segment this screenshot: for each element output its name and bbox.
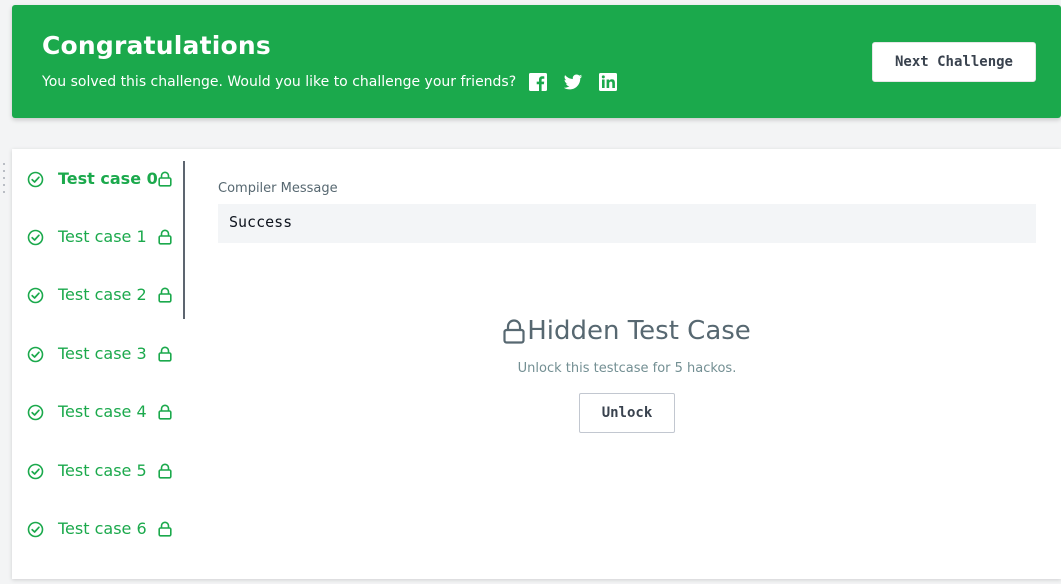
testcase-label: Test case 4 (58, 402, 147, 421)
panel-drag-handle[interactable] (3, 163, 8, 193)
banner-subtitle: You solved this challenge. Would you lik… (42, 74, 517, 90)
testcase-label: Test case 2 (58, 285, 147, 304)
compiler-message-box: Success (218, 204, 1036, 243)
unlock-button[interactable]: Unlock (579, 393, 675, 433)
testcase-item-3[interactable]: Test case 3 (12, 335, 184, 375)
banner-title: Congratulations (42, 31, 271, 60)
check-circle-icon (27, 287, 44, 304)
check-circle-icon (27, 463, 44, 480)
lock-icon (158, 404, 172, 420)
compiler-message-text: Success (229, 213, 293, 231)
testcase-item-5[interactable]: Test case 5 (12, 452, 184, 492)
twitter-icon[interactable] (563, 72, 583, 92)
testcase-panel: Test case 0 Test case 1 Test case 2 Test ca… (12, 149, 1061, 579)
check-circle-icon (27, 404, 44, 421)
lock-icon (503, 318, 525, 344)
lock-icon (158, 463, 172, 479)
next-challenge-button[interactable]: Next Challenge (872, 42, 1036, 82)
testcase-label: Test case 6 (58, 519, 147, 538)
social-share-icons (528, 72, 633, 92)
testcase-item-0[interactable]: Test case 0 (12, 160, 184, 200)
lock-icon (158, 287, 172, 303)
testcase-content: Compiler Message Success Hidden Test Cas… (218, 149, 1036, 579)
hidden-testcase-subtitle: Unlock this testcase for 5 hackos. (517, 361, 737, 376)
facebook-icon[interactable] (528, 72, 548, 92)
lock-icon (158, 521, 172, 537)
testcase-label: Test case 3 (58, 344, 147, 363)
lock-icon (158, 346, 172, 362)
check-circle-icon (27, 229, 44, 246)
compiler-message-label: Compiler Message (218, 181, 338, 196)
testcase-label: Test case 0 (58, 169, 158, 188)
banner-subtitle-row: You solved this challenge. Would you lik… (42, 72, 633, 92)
check-circle-icon (27, 171, 44, 188)
hidden-testcase-heading: Hidden Test Case (218, 316, 1036, 346)
testcase-item-6[interactable]: Test case 6 (12, 510, 184, 550)
testcase-label: Test case 5 (58, 461, 147, 480)
testcase-label: Test case 1 (58, 227, 147, 246)
testcase-item-1[interactable]: Test case 1 (12, 218, 184, 258)
success-banner: Congratulations You solved this challeng… (12, 5, 1061, 118)
check-circle-icon (27, 346, 44, 363)
testcase-item-2[interactable]: Test case 2 (12, 276, 184, 316)
lock-icon (158, 229, 172, 245)
testcase-list-scrollbar[interactable] (183, 161, 185, 319)
lock-icon (158, 171, 172, 187)
testcase-item-4[interactable]: Test case 4 (12, 393, 184, 433)
testcase-list: Test case 0 Test case 1 Test case 2 Test ca… (12, 149, 184, 579)
check-circle-icon (27, 521, 44, 538)
hidden-testcase-title: Hidden Test Case (527, 316, 751, 346)
linkedin-icon[interactable] (598, 72, 618, 92)
